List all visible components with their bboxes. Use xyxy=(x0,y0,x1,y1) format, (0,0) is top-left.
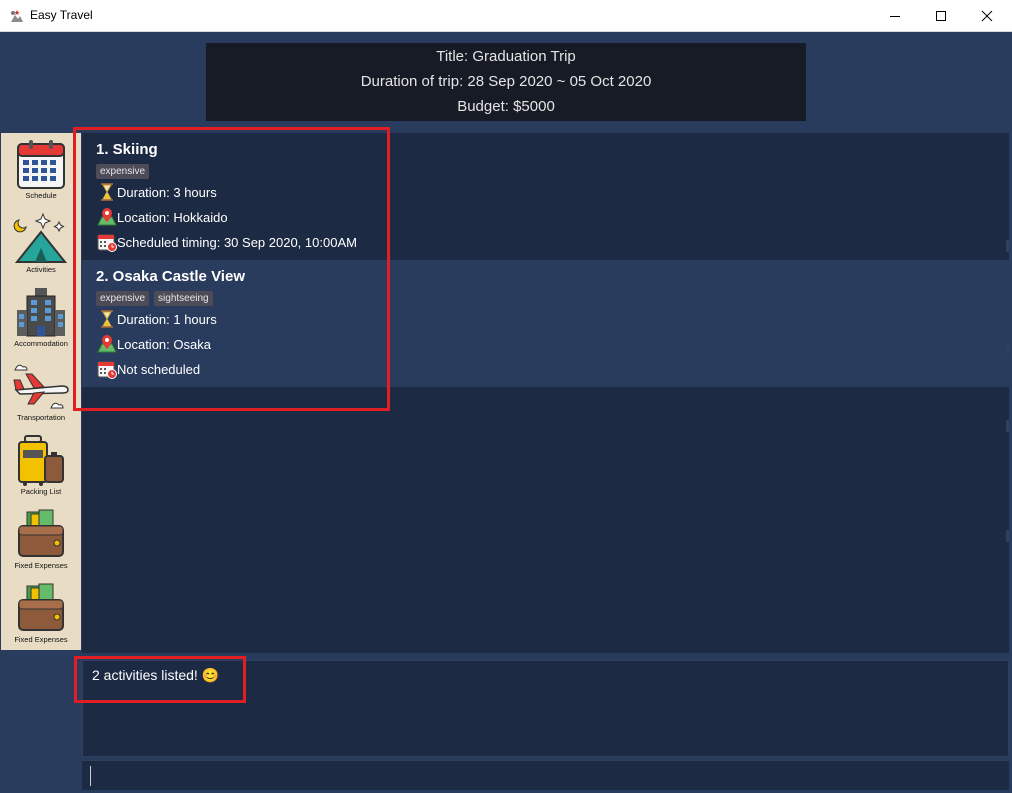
tent-icon xyxy=(13,212,68,263)
sidebar-item-label: Accommodation xyxy=(14,339,68,348)
sidebar-item-label: Fixed Expenses xyxy=(14,635,68,644)
hotel-icon xyxy=(17,288,65,337)
trip-title: Title: Graduation Trip xyxy=(436,48,576,65)
maximize-button[interactable] xyxy=(918,0,964,32)
command-input[interactable] xyxy=(82,760,1009,790)
luggage-icon xyxy=(18,435,64,486)
sidebar-item-label: Transportation xyxy=(16,413,66,422)
sidebar-item-label: Fixed Expenses xyxy=(14,561,68,570)
trip-duration: Duration of trip: 28 Sep 2020 ~ 05 Oct 2… xyxy=(360,73,652,90)
sidebar-item-label: Schedule xyxy=(25,191,57,200)
airplane-icon xyxy=(13,364,69,409)
scrollbar-marker xyxy=(1006,240,1009,252)
sidebar-item-label: Packing List xyxy=(20,487,62,496)
sidebar: Schedule Activities Accommodation Transp… xyxy=(1,133,81,650)
sidebar-item-packing-list[interactable]: Packing List xyxy=(1,434,81,508)
maximize-icon xyxy=(936,11,946,21)
trip-budget: Budget: $5000 xyxy=(457,98,555,115)
window-title: Easy Travel xyxy=(30,8,93,22)
sidebar-item-label: Activities xyxy=(26,265,56,274)
close-button[interactable] xyxy=(964,0,1010,32)
sidebar-item-activities[interactable]: Activities xyxy=(1,212,81,286)
scrollbar-marker xyxy=(1006,343,1009,355)
calendar-icon xyxy=(17,140,65,189)
sidebar-item-fixed-expenses[interactable]: Fixed Expenses xyxy=(1,508,81,582)
minimize-icon xyxy=(890,16,900,17)
trip-header: Title: Graduation Trip Duration of trip:… xyxy=(206,43,806,121)
sidebar-item-fixed-expenses-2[interactable]: Fixed Expenses xyxy=(1,582,81,656)
wallet-icon xyxy=(18,509,64,557)
scrollbar-marker xyxy=(1006,420,1009,432)
text-caret xyxy=(90,766,91,786)
sidebar-item-transportation[interactable]: Transportation xyxy=(1,360,81,434)
scrollbar-marker xyxy=(1006,530,1009,542)
highlight-result-message xyxy=(74,656,246,703)
sidebar-item-schedule[interactable]: Schedule xyxy=(1,138,81,212)
sidebar-item-accommodation[interactable]: Accommodation xyxy=(1,286,81,360)
close-icon xyxy=(981,10,993,22)
wallet-icon xyxy=(18,583,64,631)
minimize-button[interactable] xyxy=(872,0,918,32)
window-titlebar: Easy Travel xyxy=(0,0,1012,32)
highlight-activity-list xyxy=(73,127,390,411)
app-icon xyxy=(11,10,23,22)
